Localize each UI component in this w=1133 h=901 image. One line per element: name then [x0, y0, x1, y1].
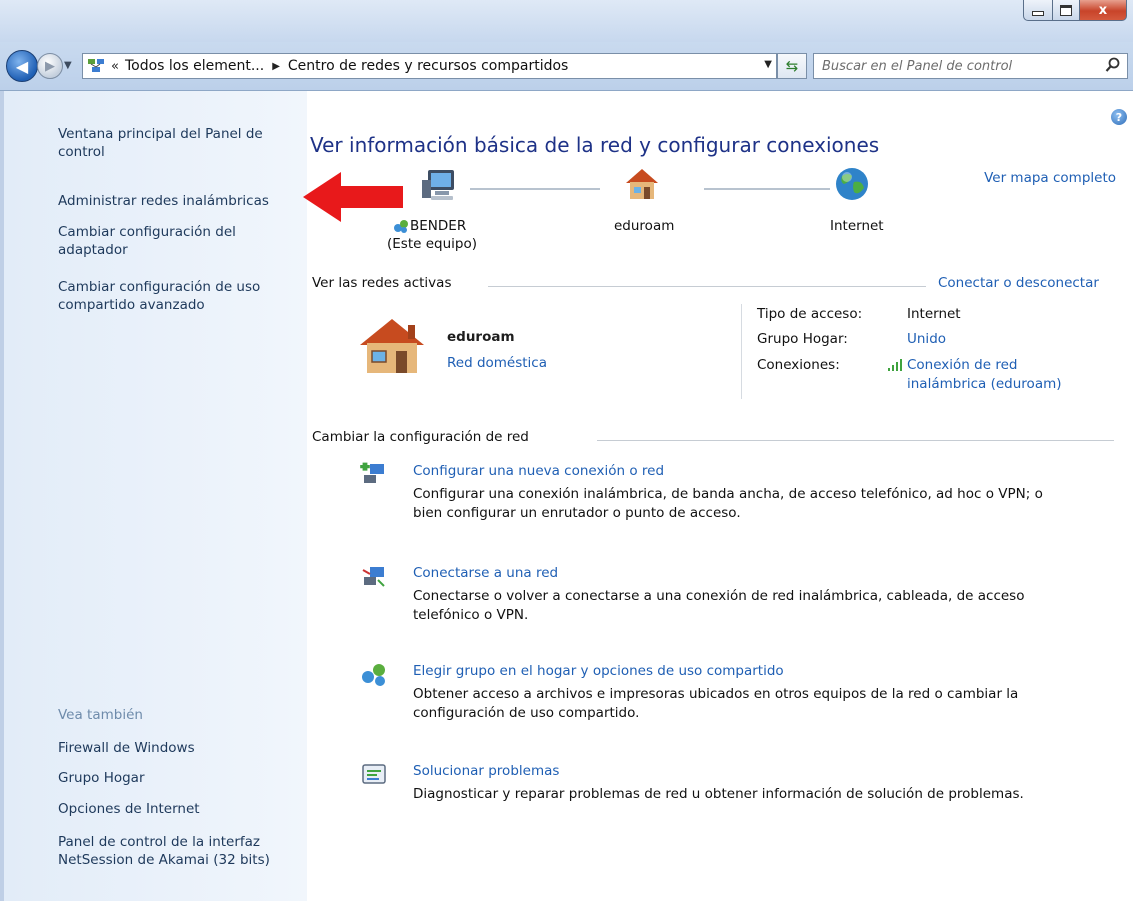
computer-icon [420, 168, 458, 206]
home-network-large-icon[interactable] [358, 317, 430, 381]
refresh-button[interactable]: ⇆ [777, 53, 807, 79]
network-center-icon [87, 58, 105, 74]
search-icon[interactable] [1105, 57, 1121, 77]
recent-pages-dropdown[interactable]: ▼ [64, 60, 72, 71]
access-type-label: Tipo de acceso: [757, 306, 863, 322]
connect-disconnect-link[interactable]: Conectar o desconectar [938, 275, 1099, 291]
network-name-label: eduroam [614, 218, 675, 234]
see-also-firewall[interactable]: Firewall de Windows [58, 739, 298, 757]
sidebar-item-advanced-sharing[interactable]: Cambiar configuración de uso compartido … [58, 278, 298, 314]
address-dropdown-icon[interactable]: ▼ [764, 59, 772, 70]
forward-button[interactable]: ▶ [37, 53, 63, 79]
home-network-icon [624, 167, 660, 205]
computer-sub-label: (Este equipo) [387, 236, 477, 252]
search-input[interactable] [820, 57, 1094, 75]
task-connect-network-desc-2: telefónico o VPN. [413, 607, 529, 623]
internet-label: Internet [830, 218, 884, 234]
breadcrumb-separator-icon[interactable]: ▶ [272, 61, 280, 72]
task-troubleshoot-desc-1: Diagnosticar y reparar problemas de red … [413, 786, 1024, 802]
back-button[interactable]: ◀ [6, 50, 38, 82]
active-network-name: eduroam [447, 329, 515, 345]
close-button[interactable]: x [1080, 0, 1127, 21]
connection-link-line1[interactable]: Conexión de red [907, 357, 1017, 373]
help-button[interactable]: ? [1111, 109, 1127, 125]
task-new-connection-desc-2: bien configurar un enrutador o punto de … [413, 505, 741, 521]
connect-network-icon [360, 564, 388, 590]
breadcrumb-network-center[interactable]: Centro de redes y recursos compartidos [288, 58, 568, 74]
homegroup-icon [360, 661, 388, 687]
back-arrow-icon: ◀ [15, 56, 29, 76]
connections-label: Conexiones: [757, 357, 840, 373]
window: x ◀ ▶ ▼ « Todos los element... ▶ Centro … [0, 0, 1133, 901]
caption-buttons: x [1023, 0, 1127, 21]
minimize-button[interactable] [1023, 0, 1053, 21]
task-homegroup-desc-1: Obtener acceso a archivos e impresoras u… [413, 686, 1019, 702]
search-box [813, 53, 1128, 79]
task-homegroup-link[interactable]: Elegir grupo en el hogar y opciones de u… [413, 663, 784, 679]
sidebar-item-manage-wireless[interactable]: Administrar redes inalámbricas [58, 192, 298, 210]
active-networks-heading: Ver las redes activas [312, 275, 452, 291]
map-connection-line [704, 188, 830, 190]
access-type-value: Internet [907, 306, 961, 322]
see-also-internet-options[interactable]: Opciones de Internet [58, 800, 298, 818]
maximize-button[interactable] [1053, 0, 1080, 21]
page-title: Ver información básica de la red y confi… [310, 133, 880, 157]
see-also-akamai-netsession[interactable]: Panel de control de la interfaz NetSessi… [58, 833, 303, 869]
minimize-icon [1032, 10, 1044, 16]
title-bar: x [0, 0, 1133, 42]
task-connect-network-desc-1: Conectarse o volver a conectarse a una c… [413, 588, 1025, 604]
refresh-icon: ⇆ [785, 57, 799, 75]
task-troubleshoot-link[interactable]: Solucionar problemas [413, 763, 559, 779]
task-connect-network-link[interactable]: Conectarse a una red [413, 565, 558, 581]
network-type-link[interactable]: Red doméstica [447, 355, 547, 371]
map-connection-line [470, 188, 600, 190]
help-icon: ? [1115, 110, 1123, 124]
new-connection-icon [360, 461, 388, 487]
sidebar-item-adapter-settings[interactable]: Cambiar configuración del adaptador [58, 223, 298, 259]
computer-name-label: BENDER [410, 218, 467, 234]
wireless-signal-icon [887, 358, 903, 376]
forward-arrow-icon: ▶ [45, 58, 55, 74]
maximize-icon [1060, 4, 1072, 16]
task-new-connection-link[interactable]: Configurar una nueva conexión o red [413, 463, 664, 479]
address-bar[interactable]: « Todos los element... ▶ Centro de redes… [82, 53, 777, 79]
breadcrumb-overflow-icon[interactable]: « [111, 59, 119, 74]
section-divider [488, 286, 926, 287]
change-settings-heading: Cambiar la configuración de red [312, 429, 529, 445]
breadcrumb-all-items[interactable]: Todos los element... [125, 58, 264, 74]
section-divider [597, 440, 1114, 441]
task-homegroup-desc-2: configuración de uso compartido. [413, 705, 640, 721]
task-new-connection-desc-1: Configurar una conexión inalámbrica, de … [413, 486, 1043, 502]
internet-globe-icon [834, 166, 870, 206]
see-also-homegroup[interactable]: Grupo Hogar [58, 769, 298, 787]
see-also-caption: Vea también [58, 707, 143, 723]
homegroup-label: Grupo Hogar: [757, 331, 848, 347]
red-arrow-annotation-icon [303, 170, 405, 226]
close-icon: x [1098, 2, 1108, 18]
connection-link-line2[interactable]: inalámbrica (eduroam) [907, 376, 1062, 392]
homegroup-value-link[interactable]: Unido [907, 331, 946, 347]
troubleshoot-icon [360, 762, 388, 788]
navigation-bar: ◀ ▶ ▼ « Todos los element... ▶ Centro de… [0, 42, 1133, 91]
details-divider [741, 304, 742, 399]
full-map-link[interactable]: Ver mapa completo [984, 170, 1116, 186]
sidebar-item-control-panel-home[interactable]: Ventana principal del Panel de control [58, 125, 298, 161]
